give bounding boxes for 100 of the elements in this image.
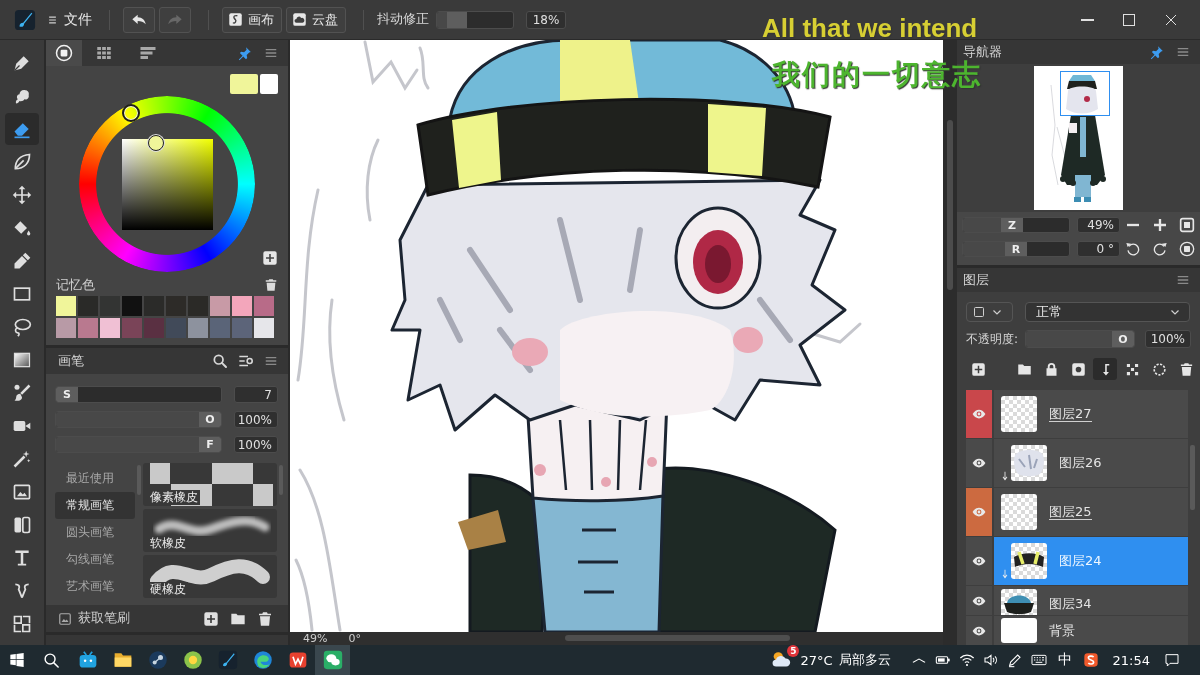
eye-icon xyxy=(972,594,986,608)
brush-category[interactable]: 常规画笔 xyxy=(55,492,135,519)
layer-row[interactable]: 背景 xyxy=(966,616,1188,645)
canvas-button[interactable]: 画布 xyxy=(222,6,282,33)
eye-icon xyxy=(972,505,986,519)
speaker-icon[interactable] xyxy=(982,652,999,668)
color-swatch[interactable] xyxy=(254,318,274,338)
opacity-slider[interactable]: O xyxy=(1025,330,1135,348)
slider-thumb[interactable]: F xyxy=(199,437,221,452)
caption-text: All that we intend xyxy=(762,14,978,43)
pen-icon[interactable] xyxy=(1006,652,1023,668)
brush-slider[interactable]: S xyxy=(55,386,222,403)
brush-slider[interactable]: F xyxy=(55,436,222,453)
tool-button[interactable] xyxy=(5,113,39,145)
swirl-icon xyxy=(252,650,273,670)
undo-button[interactable] xyxy=(123,6,155,33)
menu-icon[interactable] xyxy=(1176,45,1190,59)
input-method-indicator[interactable]: 中 xyxy=(1057,651,1072,669)
trash-icon[interactable] xyxy=(257,610,273,627)
zoom-slider[interactable]: Z xyxy=(962,217,1070,233)
notification-icon[interactable] xyxy=(1164,652,1180,668)
color-swatch[interactable] xyxy=(56,296,76,316)
rotate-right-icon[interactable] xyxy=(1152,241,1168,257)
search-icon[interactable] xyxy=(212,353,228,369)
taskbar-app[interactable] xyxy=(315,645,350,675)
color-swatch[interactable] xyxy=(78,296,98,316)
visibility-toggle[interactable] xyxy=(966,390,994,438)
color-swatch[interactable] xyxy=(232,318,252,338)
panel-title: 画笔 xyxy=(57,352,84,370)
pin-icon[interactable] xyxy=(237,45,252,61)
cloud-drive-button[interactable]: 云盘 xyxy=(286,6,346,33)
slider-thumb[interactable]: S xyxy=(56,387,78,402)
slider-thumb[interactable]: O xyxy=(1112,331,1134,347)
slider-thumb[interactable]: O xyxy=(199,412,221,427)
color-swatch[interactable] xyxy=(122,296,142,316)
brush-settings-icon[interactable] xyxy=(238,353,254,369)
viewport-frame[interactable] xyxy=(1060,71,1110,116)
color-swatch[interactable] xyxy=(210,318,230,338)
brush-preview[interactable]: 像素橡皮 xyxy=(143,463,277,506)
layer-row[interactable]: 图层34 xyxy=(966,586,1188,615)
visibility-toggle[interactable] xyxy=(966,537,994,585)
menu-icon[interactable] xyxy=(1176,273,1190,287)
color-swatch[interactable] xyxy=(254,296,274,316)
saturation-value-square[interactable] xyxy=(122,139,213,230)
slider-thumb[interactable] xyxy=(447,11,467,28)
brush-preview[interactable]: 硬橡皮 xyxy=(143,555,277,598)
primary-color-swatch[interactable] xyxy=(230,74,258,94)
stabilizer-slider[interactable] xyxy=(436,10,514,29)
menu-icon[interactable] xyxy=(264,354,278,368)
slider-thumb[interactable]: Z xyxy=(1001,218,1023,232)
file-menu[interactable]: 文件 xyxy=(44,6,96,33)
navigator-preview[interactable] xyxy=(1034,66,1123,210)
search-icon xyxy=(42,651,60,669)
layer-row[interactable]: 图层26 xyxy=(966,439,1188,487)
color-swatch[interactable] xyxy=(210,296,230,316)
scrollbar-thumb[interactable] xyxy=(565,635,790,641)
color-swatch[interactable] xyxy=(78,318,98,338)
rotation-slider[interactable]: R xyxy=(962,241,1070,257)
brush-preview[interactable]: 软橡皮 xyxy=(143,509,277,552)
brush-category[interactable]: 最近使用 xyxy=(55,465,135,492)
pin-icon[interactable] xyxy=(1149,44,1164,60)
keyboard-icon[interactable] xyxy=(1030,652,1047,668)
stabilizer-value: 18% xyxy=(526,10,566,29)
zoom-value: 49% xyxy=(1077,217,1120,233)
color-swatch[interactable] xyxy=(188,318,208,338)
plus-icon[interactable] xyxy=(1152,217,1168,233)
color-swatch[interactable] xyxy=(100,318,120,338)
color-swatch[interactable] xyxy=(122,318,142,338)
layer-row[interactable]: 图层27 xyxy=(966,390,1188,438)
get-brushes-button[interactable]: 获取笔刷 xyxy=(58,610,130,627)
layer-row[interactable]: 图层24 xyxy=(966,537,1188,585)
brush-category[interactable]: 勾线画笔 xyxy=(55,546,135,573)
wifi-icon[interactable] xyxy=(958,652,975,668)
secondary-color-swatch[interactable] xyxy=(260,74,278,94)
color-swatch[interactable] xyxy=(166,296,186,316)
scrollbar-thumb[interactable] xyxy=(1190,445,1195,510)
brush-category[interactable]: 圆头画笔 xyxy=(55,519,135,546)
brush-slider[interactable]: O xyxy=(55,411,222,428)
rotate-left-icon[interactable] xyxy=(1125,241,1141,257)
close-icon xyxy=(1165,13,1177,26)
layer-tool-button[interactable] xyxy=(1093,358,1117,380)
color-swatch[interactable] xyxy=(232,296,252,316)
clock-time[interactable]: 21:54 xyxy=(1112,652,1150,668)
blend-mode-dropdown[interactable]: 正常 xyxy=(1025,302,1190,322)
s-curve-tile-icon[interactable] xyxy=(1082,652,1099,668)
visibility-toggle[interactable] xyxy=(966,488,994,536)
layer-color-dropdown[interactable] xyxy=(966,302,1013,322)
trash-icon xyxy=(1178,361,1194,377)
slider-thumb[interactable]: R xyxy=(1005,242,1027,256)
brush-category[interactable]: 艺术画笔 xyxy=(55,573,135,600)
hue-handle[interactable] xyxy=(122,103,141,122)
trash-icon[interactable] xyxy=(264,278,278,292)
color-swatch[interactable] xyxy=(144,296,164,316)
color-mode-tab[interactable] xyxy=(46,40,82,66)
squiggle-tile-icon xyxy=(228,12,243,27)
color-swatch[interactable] xyxy=(188,296,208,316)
scrollbar-thumb[interactable] xyxy=(947,120,953,290)
color-swatch[interactable] xyxy=(56,318,76,338)
layer-row[interactable]: 图层25 xyxy=(966,488,1188,536)
menu-icon[interactable] xyxy=(264,46,278,60)
